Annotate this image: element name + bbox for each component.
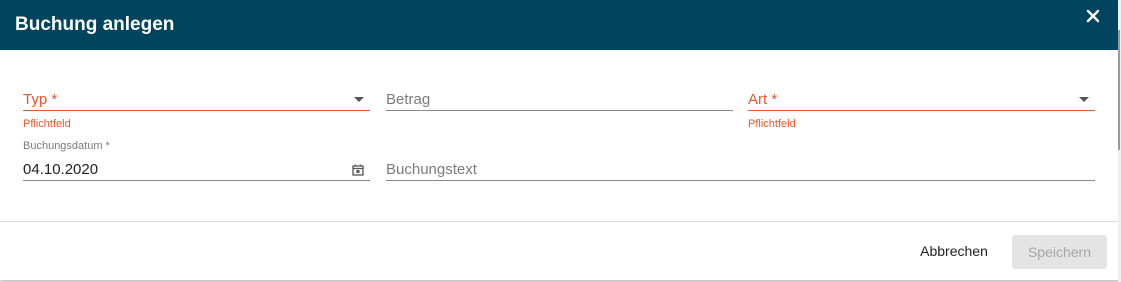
- art-hint: Pflichtfeld: [748, 118, 796, 130]
- booking-dialog: Buchung anlegen Typ * Pflichtfeld Betrag…: [0, 0, 1118, 280]
- betrag-label: Betrag: [386, 91, 431, 108]
- cancel-button[interactable]: Abbrechen: [910, 235, 998, 267]
- buchungstext-input[interactable]: Buchungstext: [386, 156, 1095, 181]
- art-label: Art *: [748, 91, 778, 108]
- typ-hint: Pflichtfeld: [23, 118, 71, 130]
- betrag-input[interactable]: Betrag: [386, 86, 733, 111]
- save-button[interactable]: Speichern: [1012, 235, 1107, 269]
- typ-label: Typ *: [23, 91, 58, 108]
- calendar-icon[interactable]: [352, 163, 364, 176]
- buchungsdatum-label: Buchungsdatum *: [23, 140, 110, 152]
- dialog-title: Buchung anlegen: [15, 14, 175, 35]
- dialog-header: Buchung anlegen: [0, 0, 1118, 50]
- buchungsdatum-input[interactable]: 04.10.2020: [23, 156, 370, 181]
- typ-select[interactable]: Typ *: [23, 86, 370, 111]
- footer-divider: [0, 221, 1118, 222]
- art-select[interactable]: Art *: [748, 86, 1095, 111]
- chevron-down-icon[interactable]: [1079, 97, 1089, 102]
- buchungsdatum-value: 04.10.2020: [23, 161, 99, 178]
- close-icon[interactable]: [1084, 6, 1102, 26]
- chevron-down-icon[interactable]: [354, 97, 364, 102]
- buchungstext-label: Buchungstext: [386, 161, 477, 178]
- scrollbar-thumb[interactable]: [1118, 30, 1120, 150]
